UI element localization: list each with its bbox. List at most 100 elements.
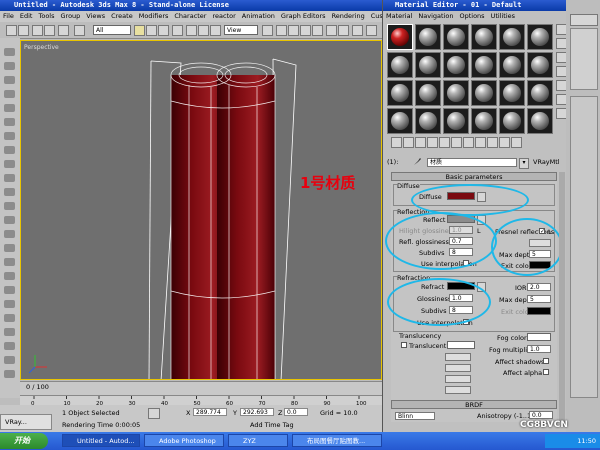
- menu-animation[interactable]: Animation: [242, 12, 275, 20]
- sample-slot[interactable]: [499, 108, 525, 134]
- tool-icon-10[interactable]: [4, 174, 15, 182]
- task-photoshop[interactable]: Adobe Photoshop: [144, 434, 224, 447]
- sample-slot[interactable]: [443, 108, 469, 134]
- scale-icon[interactable]: [210, 25, 221, 36]
- menu-modifiers[interactable]: Modifiers: [139, 12, 169, 20]
- menu-file[interactable]: File: [3, 12, 14, 20]
- undo-icon[interactable]: [6, 25, 17, 36]
- translucent-checkbox[interactable]: [401, 342, 407, 348]
- go-forward-icon[interactable]: [511, 137, 522, 148]
- menu-rendering[interactable]: Rendering: [332, 12, 365, 20]
- coord-y-field[interactable]: 292.693: [240, 408, 274, 416]
- tool-icon-18[interactable]: [4, 286, 15, 294]
- curve-editor-icon[interactable]: [366, 25, 377, 36]
- select-object-icon[interactable]: [134, 25, 145, 36]
- menu-edit[interactable]: Edit: [20, 12, 33, 20]
- menu-tools[interactable]: Tools: [38, 12, 54, 20]
- spinner-snap-icon[interactable]: [312, 25, 323, 36]
- tool-icon-7[interactable]: [4, 132, 15, 140]
- tool-icon-6[interactable]: [4, 118, 15, 126]
- translucency-param-1[interactable]: [445, 353, 471, 361]
- go-to-parent-icon[interactable]: [499, 137, 510, 148]
- tool-icon-13[interactable]: [4, 216, 15, 224]
- ior-input[interactable]: 2.0: [527, 283, 551, 291]
- tool-icon-12[interactable]: [4, 202, 15, 210]
- fog-color-swatch[interactable]: [527, 333, 551, 341]
- start-button[interactable]: 开始: [0, 433, 48, 449]
- tool-icon-3[interactable]: [4, 76, 15, 84]
- task-3dsmax[interactable]: Untitled - Autod...: [62, 434, 140, 447]
- selection-filter-select[interactable]: All: [93, 25, 131, 35]
- translucent-color-swatch[interactable]: [447, 341, 475, 349]
- make-unique-icon[interactable]: [439, 137, 450, 148]
- put-to-library-icon[interactable]: [451, 137, 462, 148]
- create-tab[interactable]: [570, 28, 598, 90]
- show-map-icon[interactable]: [475, 137, 486, 148]
- time-slider[interactable]: [20, 381, 382, 396]
- minimize-icon[interactable]: [570, 14, 598, 26]
- sample-slot[interactable]: [387, 80, 413, 106]
- sample-slot[interactable]: [443, 52, 469, 78]
- menu-views[interactable]: Views: [86, 12, 105, 20]
- translucency-param-4[interactable]: [445, 386, 471, 394]
- sample-slot[interactable]: [471, 80, 497, 106]
- assign-to-selection-icon[interactable]: [415, 137, 426, 148]
- me-menu-utilities[interactable]: Utilities: [491, 12, 515, 20]
- brdf-header[interactable]: BRDF: [391, 400, 557, 409]
- affect-alpha-checkbox[interactable]: [543, 369, 549, 375]
- select-icon[interactable]: [74, 25, 85, 36]
- tool-icon-11[interactable]: [4, 188, 15, 196]
- perspective-viewport[interactable]: Perspective: [20, 40, 382, 380]
- task-tutorial[interactable]: 布局图餐厅贴图教...: [292, 434, 382, 447]
- move-icon[interactable]: [186, 25, 197, 36]
- menu-group[interactable]: Group: [61, 12, 81, 20]
- me-menu-options[interactable]: Options: [459, 12, 484, 20]
- material-name-field[interactable]: 材质: [427, 158, 517, 167]
- link-icon[interactable]: [32, 25, 43, 36]
- sample-slot[interactable]: [471, 24, 497, 50]
- tool-icon-19[interactable]: [4, 300, 15, 308]
- percent-snap-icon[interactable]: [300, 25, 311, 36]
- menu-reactor[interactable]: reactor: [212, 12, 235, 20]
- vray-window-tab[interactable]: VRay...: [0, 414, 52, 430]
- sample-slot[interactable]: [527, 24, 553, 50]
- tool-icon-14[interactable]: [4, 230, 15, 238]
- sample-slot[interactable]: [527, 108, 553, 134]
- basic-parameters-header[interactable]: Basic parameters: [391, 172, 557, 181]
- me-menu-navigation[interactable]: Navigation: [418, 12, 453, 20]
- tool-icon-1[interactable]: [4, 48, 15, 56]
- tool-icon-21[interactable]: [4, 328, 15, 336]
- menu-customize[interactable]: Customize: [371, 12, 382, 20]
- tool-icon-24[interactable]: [4, 370, 15, 378]
- me-menu-material[interactable]: Material: [386, 12, 412, 20]
- tool-icon-20[interactable]: [4, 314, 15, 322]
- window-crossing-icon[interactable]: [172, 25, 183, 36]
- sample-slot[interactable]: [527, 52, 553, 78]
- sample-slot[interactable]: [415, 80, 441, 106]
- affect-shadows-checkbox[interactable]: [543, 358, 549, 364]
- sample-slot[interactable]: [415, 108, 441, 134]
- rect-selection-icon[interactable]: [158, 25, 169, 36]
- tool-icon-23[interactable]: [4, 356, 15, 364]
- tool-icon-8[interactable]: [4, 146, 15, 154]
- reference-coord-select[interactable]: View: [224, 25, 258, 35]
- snap-icon[interactable]: [276, 25, 287, 36]
- tool-icon-9[interactable]: [4, 160, 15, 168]
- coord-z-field[interactable]: 0.0: [284, 408, 308, 416]
- tool-icon-15[interactable]: [4, 244, 15, 252]
- material-id-icon[interactable]: [463, 137, 474, 148]
- coord-x-field[interactable]: 289.774: [193, 408, 227, 416]
- menu-character[interactable]: Character: [174, 12, 206, 20]
- panel-scrollbar[interactable]: [559, 172, 565, 422]
- lock-selection-icon[interactable]: [148, 408, 160, 419]
- task-zyz[interactable]: ZYZ: [228, 434, 288, 447]
- sample-slot[interactable]: [499, 24, 525, 50]
- pivot-center-icon[interactable]: [262, 25, 273, 36]
- show-end-result-icon[interactable]: [487, 137, 498, 148]
- reset-map-icon[interactable]: [427, 137, 438, 148]
- tool-icon-17[interactable]: [4, 272, 15, 280]
- add-time-tag[interactable]: Add Time Tag: [250, 421, 294, 429]
- tool-icon-2[interactable]: [4, 62, 15, 70]
- sample-slot[interactable]: [415, 52, 441, 78]
- rotate-icon[interactable]: [198, 25, 209, 36]
